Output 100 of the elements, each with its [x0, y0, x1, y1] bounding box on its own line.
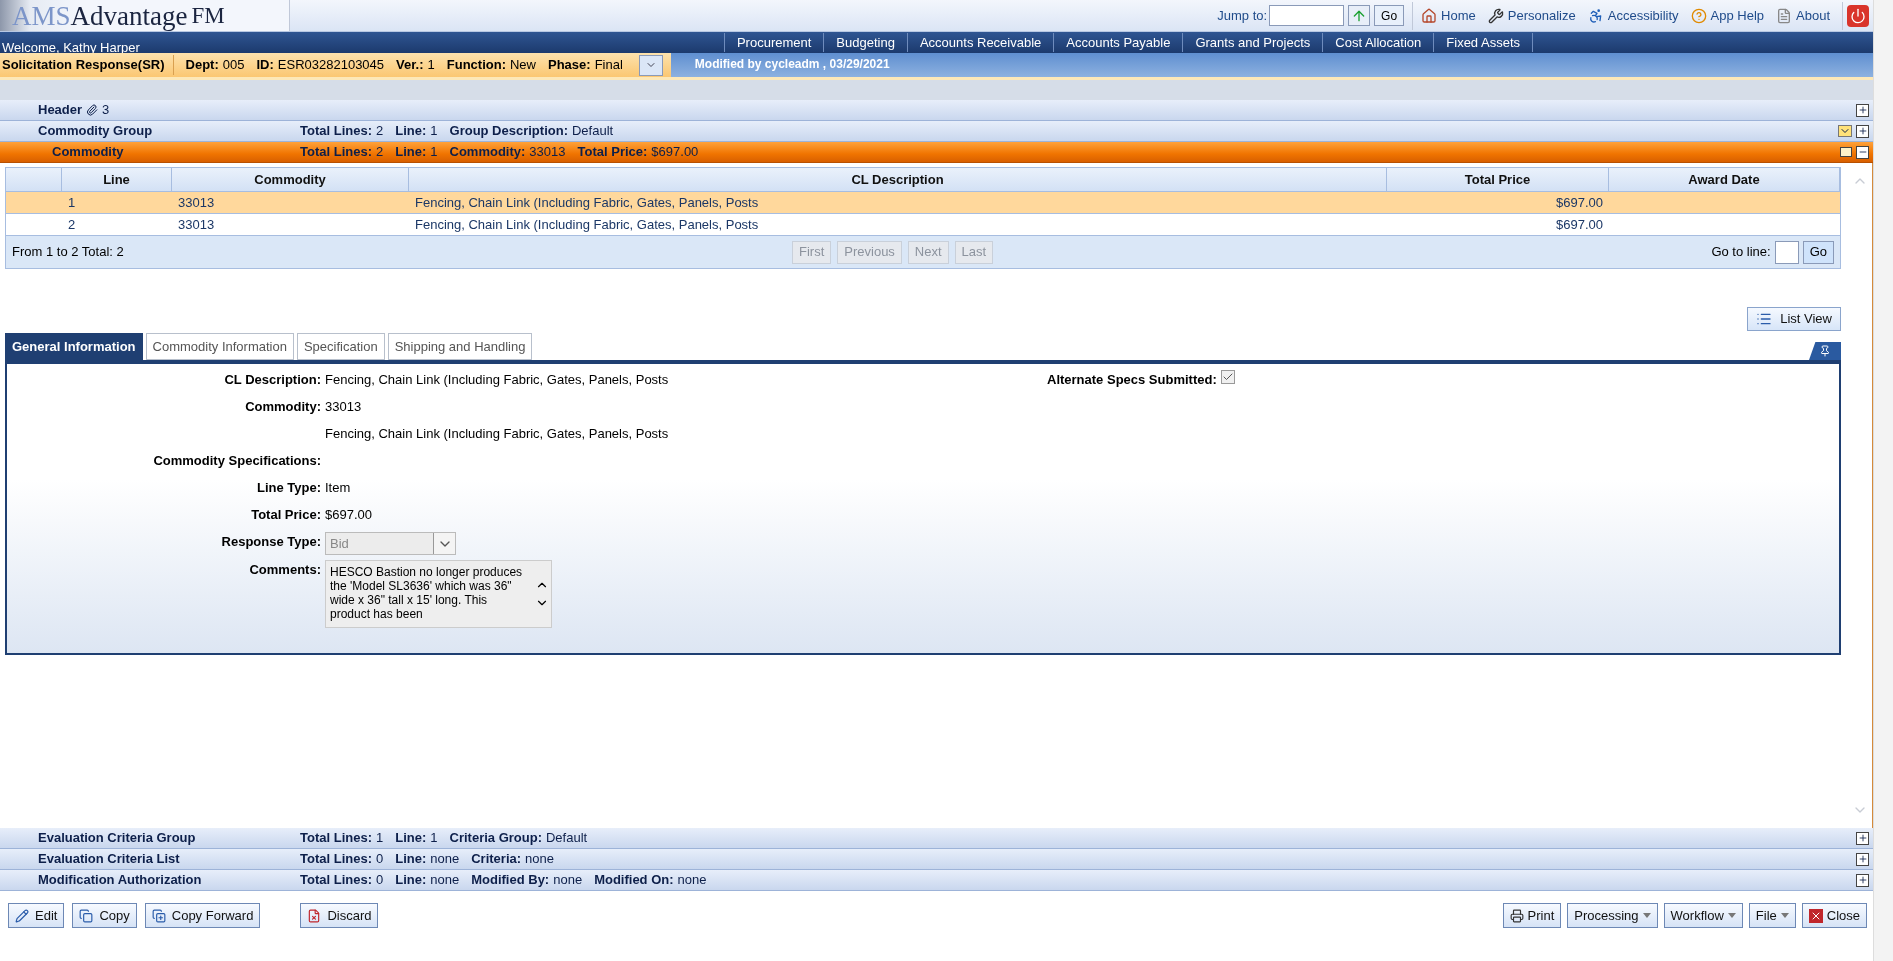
field-value: 0	[376, 871, 384, 890]
field-value: 0	[376, 850, 384, 869]
field-label: Line:	[395, 871, 427, 890]
action-button[interactable]: Print	[1502, 903, 1562, 928]
field-label: Commodity:	[245, 399, 321, 414]
list-view-button[interactable]: List View	[1747, 307, 1841, 331]
field-label: Commodity:	[449, 143, 526, 162]
menu-item[interactable]: Grants and Projects	[1182, 32, 1324, 53]
comments-field[interactable]: HESCO Bastion no longer produces the 'Model SL3636' which was 36" wide x 36" tall x 15' long. This product has been	[325, 560, 552, 628]
top-link[interactable]: Personalize	[1487, 5, 1576, 26]
field-label: Comments:	[249, 562, 321, 577]
section-bar[interactable]: Commodity Group Total Lines: 2 Line: 1 Group Description: Default	[0, 121, 1873, 142]
field-label: Dept:	[185, 56, 219, 75]
field-label: Ver.:	[396, 56, 424, 75]
go-button[interactable]: Go	[1802, 240, 1834, 264]
expand-icon[interactable]	[1856, 831, 1869, 845]
field-label: CL Description:	[224, 372, 321, 387]
menu-item[interactable]: Accounts Payable	[1053, 32, 1184, 53]
document-title: Solicitation Response(SR)	[2, 55, 174, 75]
field-label: Response Type:	[221, 534, 321, 549]
field-value: 33013	[325, 398, 362, 416]
menu-item[interactable]: Cost Allocation	[1322, 32, 1435, 53]
section-title: Modification Authorization	[38, 871, 202, 890]
accessibility-icon	[1587, 7, 1604, 24]
table-summary: From 1 to 2 Total: 2	[12, 243, 125, 262]
field-label: ID:	[256, 56, 274, 75]
column-header[interactable]: Award Date	[1609, 168, 1840, 191]
menu-item[interactable]: Fixed Assets	[1433, 32, 1533, 53]
paperclip-icon	[86, 104, 99, 116]
section-bar[interactable]: Commodity Total Lines: 2 Line: 1 Commodity: 33013 Total Price: $697.00	[0, 142, 1873, 163]
menu-item[interactable]: Accounts Receivable	[906, 32, 1055, 53]
section-title: Header	[38, 101, 83, 120]
table-row[interactable]: 1 33013 Fencing, Chain Link (Including Fabric, Gates, Panels, Posts $697.00	[6, 192, 1840, 214]
action-button[interactable]: Edit	[8, 903, 65, 928]
field-label: Total Lines:	[300, 850, 372, 869]
field-label: Group Description:	[449, 122, 568, 141]
goto-label: Go to line:	[1711, 243, 1771, 262]
field-value: 1	[430, 122, 438, 141]
field-label: Line:	[395, 829, 427, 848]
section-bar[interactable]: Header 3	[0, 100, 1873, 121]
column-header[interactable]: Commodity	[172, 168, 409, 191]
field-label: Total Lines:	[300, 122, 372, 141]
section-title: Evaluation Criteria List	[38, 850, 180, 869]
power-icon[interactable]	[1847, 4, 1869, 27]
field-value: Fencing, Chain Link (Including Fabric, Gates, Panels, Posts	[325, 425, 669, 443]
expand-icon[interactable]	[1856, 852, 1869, 866]
action-button[interactable]: Copy	[72, 903, 137, 928]
app-logo: AMSAdvantage FM	[0, 0, 290, 31]
jump-field[interactable]	[1269, 5, 1345, 26]
field-label: Line:	[395, 122, 427, 141]
checkbox[interactable]	[1220, 370, 1235, 384]
field-value: 1	[376, 829, 384, 848]
table-cell: 2	[68, 216, 76, 232]
go-button[interactable]: Go	[1374, 5, 1405, 26]
expand-icon[interactable]	[1856, 103, 1869, 117]
action-button[interactable]: Copy Forward	[144, 903, 261, 928]
top-link[interactable]: Home	[1421, 5, 1476, 26]
goto-field[interactable]	[1774, 240, 1799, 264]
expand-icon[interactable]	[1856, 873, 1869, 887]
tab[interactable]: Shipping and Handling	[387, 333, 533, 360]
column-header[interactable]: Line	[62, 168, 172, 191]
action-button[interactable]: File	[1748, 903, 1796, 928]
collapse-icon[interactable]	[1856, 145, 1869, 159]
top-link[interactable]: App Help	[1690, 5, 1764, 26]
section-bar[interactable]: Evaluation Criteria Group Total Lines: 1 Line: 1 Criteria Group: Default	[0, 828, 1873, 849]
tab[interactable]: Commodity Information	[145, 333, 294, 360]
discard-icon	[307, 908, 322, 923]
close-icon	[1808, 908, 1823, 923]
action-button[interactable]: Close	[1801, 903, 1867, 928]
table-cell: 33013	[178, 216, 215, 232]
top-link[interactable]: About	[1776, 5, 1830, 26]
copy-icon	[79, 908, 94, 923]
document-icon	[1776, 7, 1792, 24]
action-button[interactable]: Processing	[1567, 903, 1658, 928]
upload-icon[interactable]	[1348, 5, 1371, 26]
field-label: Line:	[395, 850, 427, 869]
column-header[interactable]: Total Price	[1387, 168, 1609, 191]
section-title: Commodity Group	[38, 122, 153, 141]
pin-icon[interactable]	[1809, 342, 1841, 360]
tab[interactable]: General Information	[5, 333, 143, 360]
menu-item[interactable]: Procurement	[723, 32, 825, 53]
field-label: Alternate Specs Submitted:	[1047, 371, 1217, 389]
table-cell: $697.00	[1556, 194, 1603, 210]
section-bar[interactable]: Evaluation Criteria List Total Lines: 0 Line: none Criteria: none	[0, 849, 1873, 870]
expand-icon[interactable]	[1856, 124, 1869, 138]
tab[interactable]: Specification	[296, 333, 385, 360]
top-link[interactable]: Accessibility	[1587, 5, 1679, 26]
minimize-icon[interactable]	[1840, 147, 1852, 157]
table-cell: $697.00	[1556, 216, 1603, 232]
section-bar[interactable]: Modification Authorization Total Lines: 0 Line: none Modified By: none Modified On: none	[0, 870, 1873, 891]
field-label: Criteria:	[471, 850, 522, 869]
table-cell: Fencing, Chain Link (Including Fabric, Gates, Panels, Posts	[415, 216, 759, 232]
menu-item[interactable]: Budgeting	[823, 32, 908, 53]
field-value: none	[430, 850, 460, 869]
field-value: none	[430, 871, 460, 890]
action-button[interactable]: Workflow	[1663, 903, 1743, 928]
field-value: New	[510, 56, 536, 75]
action-button[interactable]: Discard	[300, 903, 379, 928]
table-cell: 33013	[178, 194, 215, 210]
column-header[interactable]: CL Description	[409, 168, 1387, 191]
